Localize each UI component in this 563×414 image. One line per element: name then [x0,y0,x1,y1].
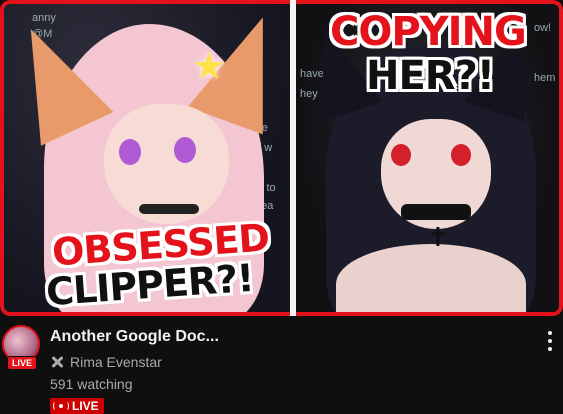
video-thumbnail[interactable]: anny @M Ple of w cree to mea ★ OBSESSED … [0,0,563,316]
avatar-live-badge: LIVE [7,356,38,370]
channel-link[interactable]: Rima Evenstar [50,354,162,370]
character-eye [174,137,196,163]
channel-name: Rima Evenstar [70,354,162,370]
character-eye [451,144,471,166]
character-eye [119,139,141,165]
thumbnail-left-panel: anny @M Ple of w cree to mea ★ OBSESSED … [0,0,290,316]
video-info: LIVE Another Google Doc... Rima Evenstar… [0,318,563,414]
broadcast-icon [53,400,69,412]
live-badge-label: LIVE [72,399,99,413]
character-choker [139,204,199,214]
thumbnail-right-panel: have hey ow! hem ✝ COPYING HER?! [296,0,563,316]
x-icon [50,355,64,369]
character-body [336,244,526,312]
live-badge: LIVE [50,398,104,414]
thumbnail-caption: COPYING [330,9,527,55]
more-vert-icon[interactable] [545,331,555,351]
watching-count: 591 watching [50,376,133,392]
star-icon: ★ [192,46,227,88]
thumbnail-caption: HER?! [366,53,495,99]
character-choker [401,204,471,220]
channel-avatar-link[interactable]: LIVE [2,325,40,377]
video-card: anny @M Ple of w cree to mea ★ OBSESSED … [0,0,563,414]
character-eye [391,144,411,166]
video-title[interactable]: Another Google Doc... [50,328,219,346]
cross-icon: ✝ [427,222,449,252]
